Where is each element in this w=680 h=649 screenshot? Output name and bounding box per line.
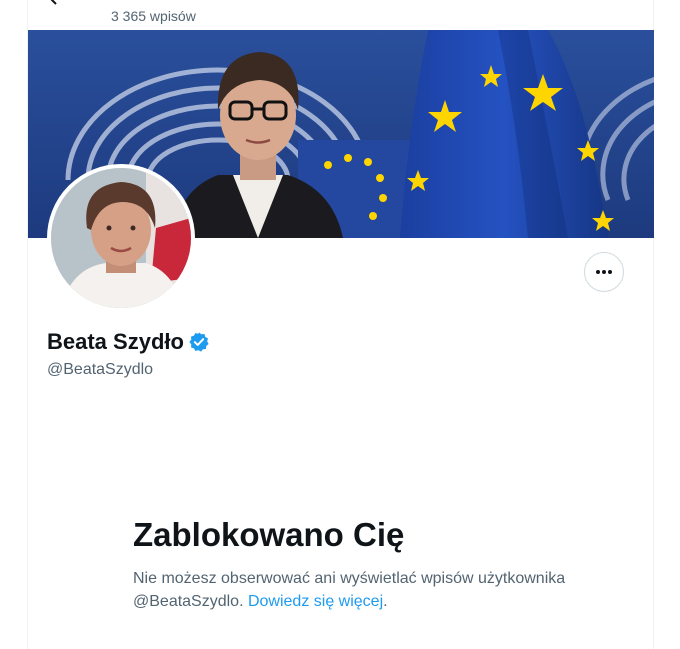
- profile-handle: @BeataSzydlo: [47, 361, 154, 378]
- verified-badge-icon[interactable]: [188, 331, 210, 353]
- post-count: 3 365 wpisów: [111, 8, 196, 24]
- profile-avatar[interactable]: [47, 164, 195, 312]
- more-options-button[interactable]: [584, 252, 624, 292]
- learn-more-link[interactable]: Dowiedz się więcej: [248, 593, 383, 610]
- display-name: Beata Szydło: [47, 329, 184, 354]
- profile-name-row: Beata Szydło: [47, 329, 210, 355]
- blocked-message: Nie możesz obserwować ani wyświetlać wpi…: [133, 567, 573, 613]
- more-horizontal-icon: [596, 270, 612, 274]
- blocked-message-period: .: [383, 593, 388, 610]
- arrow-left-icon[interactable]: [44, 0, 62, 6]
- profile-page: 3 365 wpisów Beata Szydło @BeataSzydlo Z…: [0, 0, 680, 649]
- blocked-title: Zablokowano Cię: [133, 516, 405, 553]
